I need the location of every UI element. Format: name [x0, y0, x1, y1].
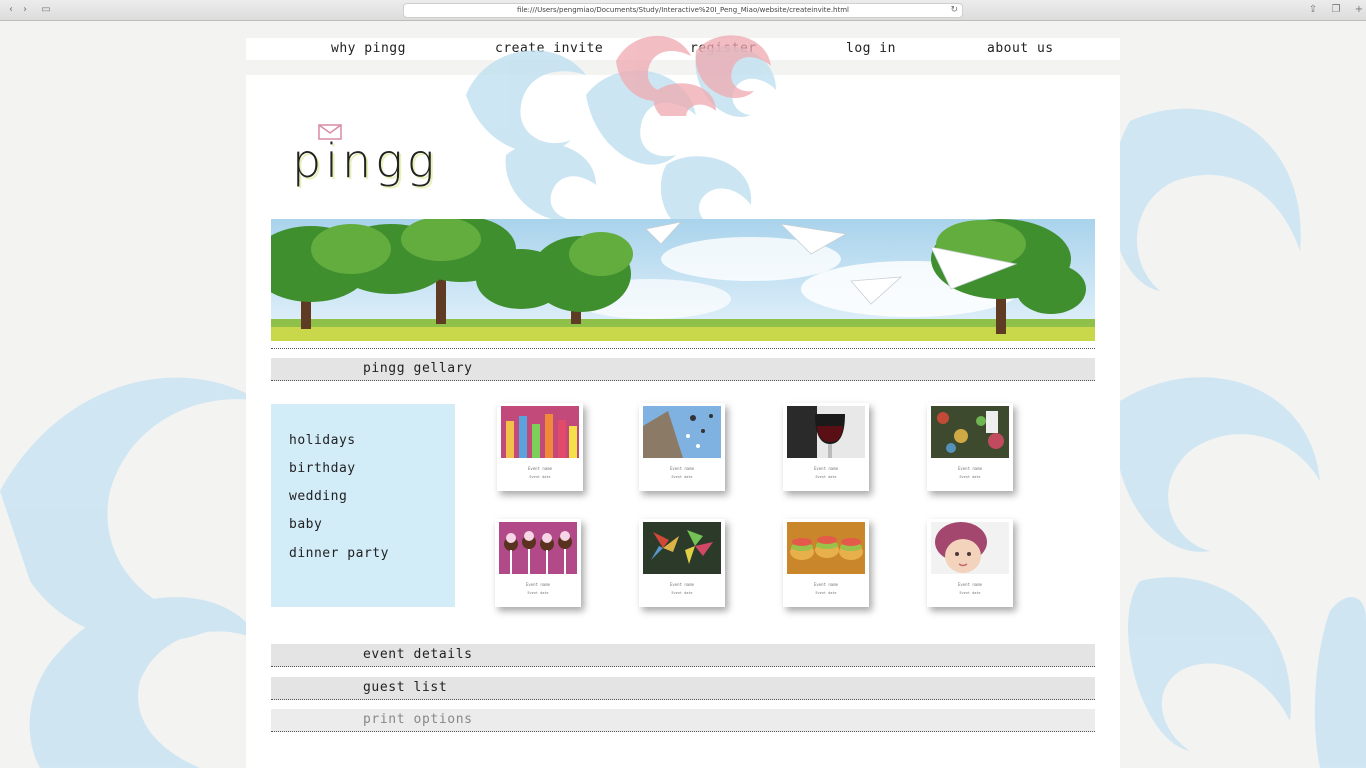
logo-text: pingg: [292, 134, 439, 188]
pingg-logo[interactable]: pingg: [292, 124, 442, 196]
card-caption: Event name: [669, 582, 695, 587]
gallery-card[interactable]: Event name Event date: [639, 519, 725, 607]
new-tab-icon[interactable]: +: [1354, 4, 1364, 16]
category-wedding[interactable]: wedding: [289, 489, 347, 504]
card-subcaption: Event date: [671, 591, 693, 595]
category-holidays[interactable]: holidays: [289, 433, 356, 448]
hero-banner: [271, 219, 1095, 341]
card-subcaption: Event date: [959, 591, 981, 595]
gallery-card[interactable]: Event name Event date: [497, 403, 583, 491]
card-subcaption: Event date: [527, 591, 549, 595]
forward-icon[interactable]: ›: [20, 4, 30, 16]
gallery-card[interactable]: Event name Event date: [927, 403, 1013, 491]
card-photo: [931, 406, 1009, 458]
pink-swirl-decoration: [616, 35, 771, 116]
sidebar-toggle-icon[interactable]: ▭: [40, 4, 52, 16]
tabs-icon[interactable]: ❐: [1330, 4, 1342, 16]
nav-why-pingg[interactable]: why pingg: [331, 41, 406, 56]
card-caption: Event name: [957, 466, 983, 471]
card-photo: [643, 522, 721, 574]
browser-toolbar: ‹ › ▭ file:///Users/pengmiao/Documents/S…: [0, 0, 1366, 21]
share-icon[interactable]: ⇪: [1307, 4, 1319, 16]
card-subcaption: Event date: [815, 591, 837, 595]
card-photo: [787, 522, 865, 574]
gallery-card[interactable]: Event name Event date: [927, 519, 1013, 607]
card-caption: Event name: [813, 582, 839, 587]
nav-log-in[interactable]: log in: [846, 41, 896, 56]
nav-about-us[interactable]: about us: [987, 41, 1054, 56]
card-caption: Event name: [669, 466, 695, 471]
card-photo: [643, 406, 721, 458]
gallery-card[interactable]: Event name Event date: [783, 403, 869, 491]
card-subcaption: Event date: [529, 475, 551, 479]
category-sidebar: holidays birthday wedding baby dinner pa…: [271, 404, 455, 607]
category-dinner-party[interactable]: dinner party: [289, 546, 389, 561]
card-subcaption: Event date: [671, 475, 693, 479]
section-event-details-label: event details: [363, 647, 473, 662]
section-print-options[interactable]: print options: [271, 709, 1095, 732]
card-caption: Event name: [527, 466, 553, 471]
banner-divider: [271, 348, 1095, 349]
card-caption: Event name: [525, 582, 551, 587]
gallery-card[interactable]: Event name Event date: [495, 519, 581, 607]
card-subcaption: Event date: [959, 475, 981, 479]
category-birthday[interactable]: birthday: [289, 461, 356, 476]
card-photo: [787, 406, 865, 458]
card-subcaption: Event date: [815, 475, 837, 479]
gallery-card[interactable]: Event name Event date: [639, 403, 725, 491]
card-caption: Event name: [813, 466, 839, 471]
section-gallery-label: pingg gellary: [363, 361, 473, 376]
reload-icon[interactable]: ↻: [950, 4, 958, 17]
gallery-card[interactable]: Event name Event date: [783, 519, 869, 607]
back-icon[interactable]: ‹: [6, 4, 16, 16]
section-print-options-label: print options: [363, 712, 473, 727]
section-guest-list[interactable]: guest list: [271, 677, 1095, 700]
section-guest-list-label: guest list: [363, 680, 448, 695]
address-url: file:///Users/pengmiao/Documents/Study/I…: [516, 6, 849, 14]
card-photo: [499, 522, 577, 574]
category-baby[interactable]: baby: [289, 517, 322, 532]
card-caption: Event name: [957, 582, 983, 587]
section-gallery[interactable]: pingg gellary: [271, 358, 1095, 381]
card-photo: [501, 406, 579, 458]
card-photo: [931, 522, 1009, 574]
address-bar[interactable]: file:///Users/pengmiao/Documents/Study/I…: [403, 3, 963, 18]
section-event-details[interactable]: event details: [271, 644, 1095, 667]
